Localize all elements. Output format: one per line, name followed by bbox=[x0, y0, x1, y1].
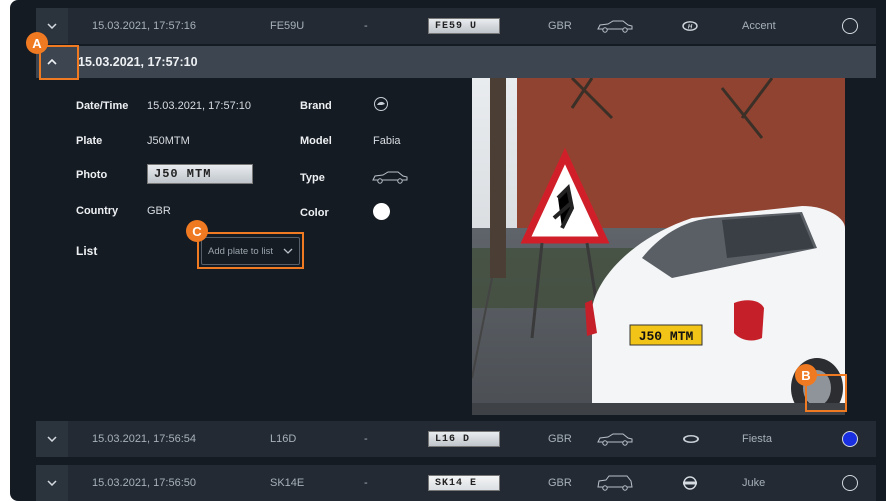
table-row[interactable]: 15.03.2021, 17:57:16 FE59U - FE59 U GBR … bbox=[36, 8, 876, 44]
sedan-icon bbox=[596, 421, 634, 457]
country-value: GBR bbox=[147, 205, 171, 217]
expanded-row-datetime: 15.03.2021, 17:57:10 bbox=[78, 55, 198, 69]
row-plate: L16D bbox=[270, 433, 297, 445]
plate-image-text: SK14 E bbox=[428, 475, 500, 491]
plate-photo-text: J50 MTM bbox=[147, 164, 253, 184]
row-plate-image: FE59 U bbox=[428, 8, 500, 44]
suv-icon bbox=[596, 465, 634, 501]
row-model: Accent bbox=[742, 20, 776, 32]
row-color-indicator[interactable] bbox=[842, 421, 858, 457]
expand-row-button[interactable] bbox=[36, 465, 68, 501]
row-list: - bbox=[364, 20, 368, 32]
callout-marker-b: B bbox=[795, 364, 817, 386]
row-model: Juke bbox=[742, 477, 766, 489]
photo-plate-text: J50 MTM bbox=[639, 329, 694, 344]
sedan-icon bbox=[596, 8, 634, 44]
row-datetime: 15.03.2021, 17:56:50 bbox=[92, 477, 196, 489]
row-color-indicator[interactable] bbox=[842, 465, 858, 501]
row-datetime: 15.03.2021, 17:56:54 bbox=[92, 433, 196, 445]
row-color-indicator[interactable] bbox=[842, 8, 858, 44]
row-model: Fiesta bbox=[742, 433, 772, 445]
callout-marker-a: A bbox=[26, 32, 48, 54]
photo-label: Photo bbox=[76, 169, 108, 181]
color-circle bbox=[842, 18, 858, 34]
plate-image-text: FE59 U bbox=[428, 18, 500, 34]
ford-logo-icon bbox=[682, 421, 700, 457]
plate-photo-thumbnail: J50 MTM bbox=[147, 164, 253, 184]
chevron-down-icon bbox=[47, 480, 57, 486]
datetime-value: 15.03.2021, 17:57:10 bbox=[147, 100, 251, 112]
color-circle bbox=[842, 431, 858, 447]
chevron-down-icon bbox=[47, 23, 57, 29]
model-value: Fabia bbox=[373, 135, 401, 147]
row-datetime: 15.03.2021, 17:57:16 bbox=[92, 20, 196, 32]
row-country: GBR bbox=[548, 20, 572, 32]
datetime-label: Date/Time bbox=[76, 100, 129, 112]
plate-label: Plate bbox=[76, 135, 103, 147]
callout-marker-c: C bbox=[186, 220, 208, 242]
color-circle bbox=[842, 475, 858, 491]
row-country: GBR bbox=[548, 477, 572, 489]
type-label: Type bbox=[300, 172, 325, 184]
row-list: - bbox=[364, 477, 368, 489]
plate-image-text: L16 D bbox=[428, 431, 500, 447]
table-row[interactable]: 15.03.2021, 17:56:54 L16D - L16 D GBR Fi… bbox=[36, 421, 876, 457]
list-label: List bbox=[76, 244, 98, 258]
row-plate-image: SK14 E bbox=[428, 465, 500, 501]
row-list: - bbox=[364, 433, 368, 445]
vehicle-color-swatch bbox=[373, 203, 390, 220]
vehicle-photo[interactable]: J50 MTM bbox=[472, 78, 845, 415]
row-country: GBR bbox=[548, 433, 572, 445]
row-plate: SK14E bbox=[270, 477, 305, 489]
country-label: Country bbox=[76, 205, 119, 217]
row-plate-image: L16 D bbox=[428, 421, 500, 457]
sedan-icon bbox=[371, 170, 409, 189]
nissan-logo-icon bbox=[682, 465, 698, 501]
model-label: Model bbox=[300, 135, 332, 147]
callout-c-highlight bbox=[197, 232, 304, 269]
expand-row-button[interactable] bbox=[36, 421, 68, 457]
brand-label: Brand bbox=[300, 100, 332, 112]
row-plate: FE59U bbox=[270, 20, 305, 32]
plate-value: J50MTM bbox=[147, 135, 190, 147]
svg-text:H: H bbox=[688, 24, 693, 30]
table-row[interactable]: 15.03.2021, 17:56:50 SK14E - SK14 E GBR … bbox=[36, 465, 876, 501]
color-label: Color bbox=[300, 207, 329, 219]
skoda-logo-icon bbox=[373, 96, 389, 117]
chevron-down-icon bbox=[47, 436, 57, 442]
hyundai-logo-icon: H bbox=[682, 8, 698, 44]
